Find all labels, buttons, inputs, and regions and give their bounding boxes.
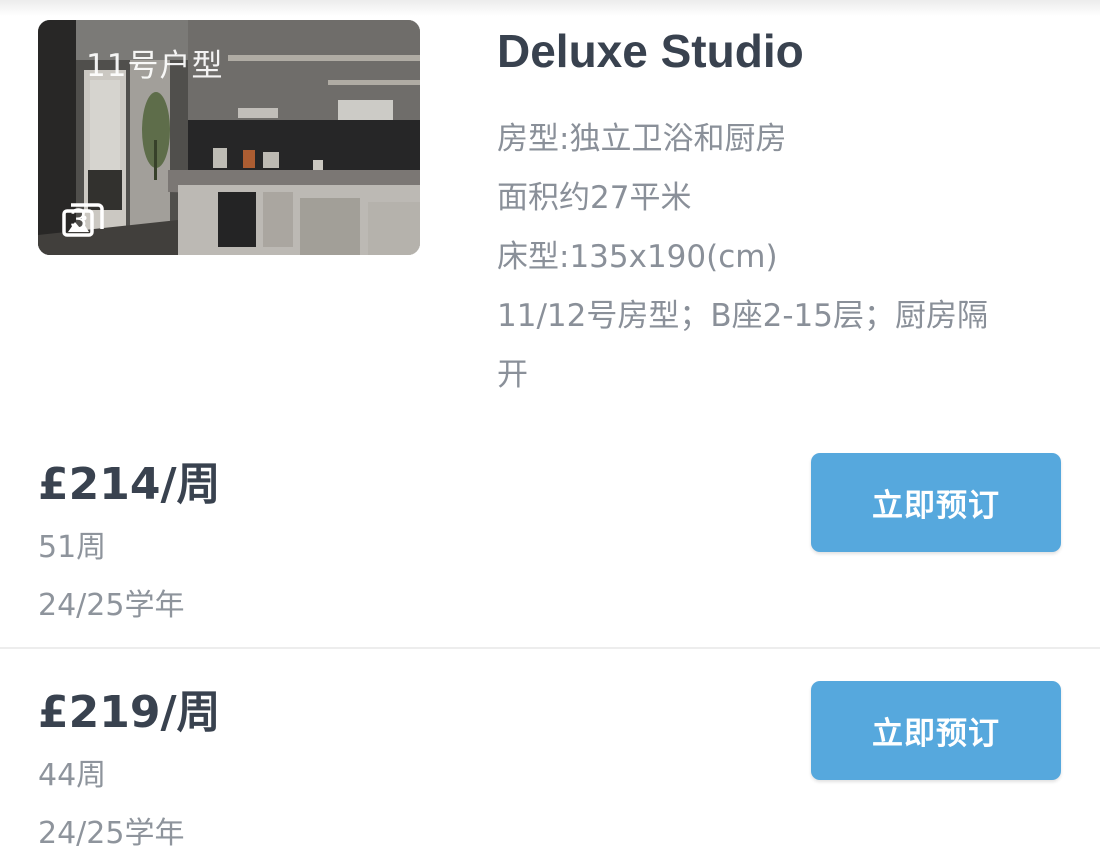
- top-shadow: [0, 0, 1100, 16]
- contract-weeks: 51周: [38, 530, 107, 565]
- floorplan-caption: 11号户型: [86, 48, 224, 84]
- weekly-price: £219/周: [38, 687, 221, 738]
- contract-weeks: 44周: [38, 758, 107, 793]
- room-type: 房型:独立卫浴和厨房: [497, 121, 787, 157]
- room-title: Deluxe Studio: [497, 25, 804, 77]
- price-option-row: £219/周 44周 24/25学年 立即预订: [0, 658, 1100, 858]
- academic-year: 24/25学年: [38, 816, 185, 851]
- floor-info-continued: 开: [497, 357, 528, 393]
- room-area: 面积约27平米: [497, 180, 692, 216]
- divider: [0, 647, 1100, 649]
- price-option-row: £214/周 51周 24/25学年 立即预订: [0, 430, 1100, 630]
- room-card-page: 11号户型 3 Deluxe Studio 房型:独立卫浴和厨房 面积约27平米…: [0, 0, 1100, 867]
- room-photo-thumbnail[interactable]: 11号户型 3: [38, 20, 420, 255]
- photo-gallery-count[interactable]: 3: [62, 203, 104, 237]
- floor-info: 11/12号房型；B座2-15层；厨房隔: [497, 298, 988, 334]
- book-now-button[interactable]: 立即预订: [811, 453, 1061, 552]
- bed-type: 床型:135x190(cm): [497, 239, 778, 275]
- academic-year: 24/25学年: [38, 588, 185, 623]
- weekly-price: £214/周: [38, 459, 221, 510]
- room-details-list: 房型:独立卫浴和厨房 面积约27平米 床型:135x190(cm) 11/12号…: [497, 110, 1067, 405]
- book-now-button[interactable]: 立即预订: [811, 681, 1061, 780]
